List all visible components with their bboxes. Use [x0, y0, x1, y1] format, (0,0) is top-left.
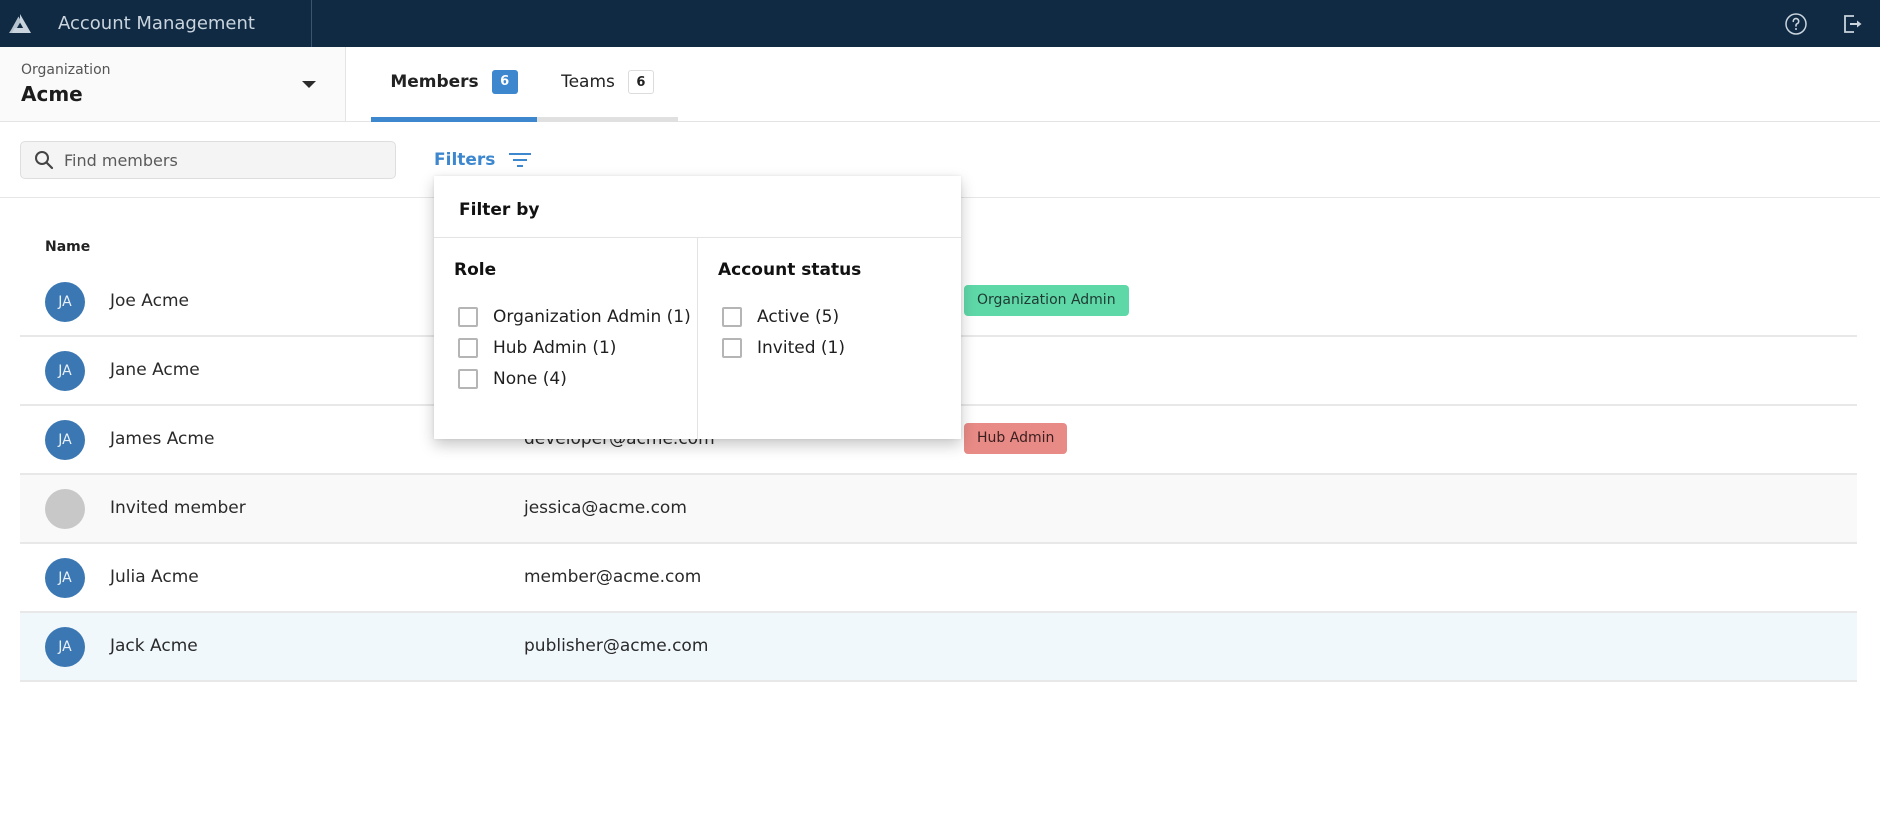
filter-popover-header: Filter by	[434, 176, 961, 238]
search-icon	[35, 151, 54, 170]
filters-button[interactable]: Filters	[434, 148, 532, 172]
avatar: JA	[45, 351, 85, 391]
tab-teams-label: Teams	[561, 72, 615, 92]
role-option-hub-admin[interactable]: Hub Admin (1)	[458, 335, 616, 361]
tab-teams[interactable]: Teams 6	[537, 47, 678, 122]
account-status-filter-title: Account status	[718, 260, 862, 280]
status-option-invited[interactable]: Invited (1)	[722, 335, 845, 361]
filter-popover-title: Filter by	[459, 200, 540, 220]
triangle-logo-icon[interactable]	[0, 0, 40, 47]
column-header-name[interactable]: Name	[45, 239, 90, 255]
checkbox[interactable]	[722, 338, 742, 358]
option-label: Hub Admin (1)	[493, 338, 617, 358]
member-name: Jane Acme	[110, 360, 200, 380]
table-row[interactable]: JA Julia Acme member@acme.com	[20, 544, 1857, 613]
role-badge: Hub Admin	[964, 423, 1068, 454]
search-input[interactable]	[64, 150, 384, 170]
role-option-none[interactable]: None (4)	[458, 366, 567, 392]
caret-down-icon[interactable]	[302, 81, 316, 88]
table-row[interactable]: JA Jack Acme publisher@acme.com	[20, 613, 1857, 682]
checkbox[interactable]	[458, 307, 478, 327]
avatar: JA	[45, 627, 85, 667]
avatar: JA	[45, 282, 85, 322]
member-name: Jack Acme	[110, 636, 198, 656]
member-name: Invited member	[110, 498, 246, 518]
member-email: jessica@acme.com	[524, 498, 687, 518]
app-title: Account Management	[40, 0, 312, 47]
account-status-filter-group: Account status Active (5) Invited (1)	[698, 238, 961, 439]
tab-members-label: Members	[390, 72, 479, 92]
table-row[interactable]: Invited member jessica@acme.com	[20, 475, 1857, 544]
organization-label: Organization	[21, 62, 111, 78]
top-bar: Account Management	[0, 0, 1880, 47]
filter-popover: Filter by Role Organization Admin (1) Hu…	[434, 176, 961, 439]
tab-teams-count-badge: 6	[627, 70, 654, 94]
filter-columns: Role Organization Admin (1) Hub Admin (1…	[434, 238, 961, 439]
organization-selector[interactable]: Organization Acme	[0, 47, 346, 122]
role-option-organization-admin[interactable]: Organization Admin (1)	[458, 304, 691, 330]
role-filter-group: Role Organization Admin (1) Hub Admin (1…	[434, 238, 698, 439]
filters-label: Filters	[434, 150, 496, 170]
member-name: James Acme	[110, 429, 215, 449]
checkbox[interactable]	[722, 307, 742, 327]
avatar-placeholder	[45, 489, 85, 529]
avatar: JA	[45, 558, 85, 598]
option-label: Invited (1)	[757, 338, 845, 358]
role-filter-title: Role	[454, 260, 497, 280]
option-label: Organization Admin (1)	[493, 307, 691, 327]
status-option-active[interactable]: Active (5)	[722, 304, 839, 330]
organization-value: Acme	[21, 82, 83, 106]
tab-members[interactable]: Members 6	[371, 47, 537, 122]
checkbox[interactable]	[458, 369, 478, 389]
member-name: Julia Acme	[110, 567, 199, 587]
help-icon[interactable]	[1768, 0, 1824, 47]
top-bar-actions	[1768, 0, 1880, 47]
tab-members-count-badge: 6	[491, 70, 518, 94]
option-label: None (4)	[493, 369, 567, 389]
member-email: member@acme.com	[524, 567, 702, 587]
role-badge: Organization Admin	[964, 285, 1129, 316]
search-box[interactable]	[20, 141, 396, 179]
option-label: Active (5)	[757, 307, 840, 327]
avatar: JA	[45, 420, 85, 460]
tab-bar: Members 6 Teams 6	[346, 47, 1880, 122]
logout-icon[interactable]	[1824, 0, 1880, 47]
filter-icon	[509, 153, 532, 167]
member-name: Joe Acme	[110, 291, 189, 311]
checkbox[interactable]	[458, 338, 478, 358]
member-email: publisher@acme.com	[524, 636, 709, 656]
